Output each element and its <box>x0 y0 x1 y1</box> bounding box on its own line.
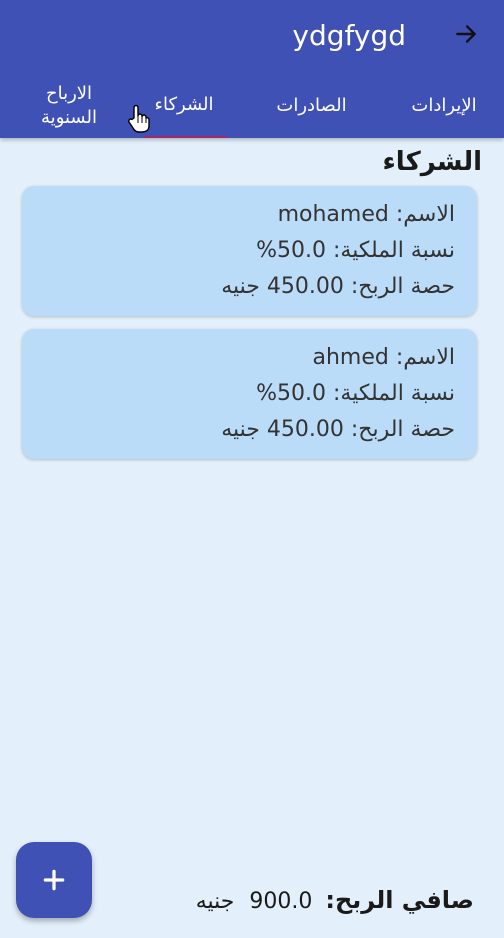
arrow-right-icon <box>456 25 476 43</box>
tab-label: الصادرات <box>276 95 347 116</box>
tab-revenues[interactable]: الإيرادات <box>384 74 504 138</box>
plus-icon <box>43 869 65 891</box>
partner-share-row: نسبة الملكية: 50.0% <box>256 236 455 266</box>
back-button[interactable] <box>448 16 484 52</box>
tab-bar: الإيرادات الصادرات الشركاء الارباح السنو… <box>0 74 504 138</box>
partner-name-row: الاسم: mohamed <box>278 200 455 230</box>
tab-label: الشركاء <box>154 94 214 115</box>
partner-share: 50.0% <box>256 381 326 406</box>
tab-label-line1: الارباح <box>45 83 93 104</box>
net-profit-label: صافي الربح: <box>325 886 474 914</box>
currency-label: جنيه <box>195 889 235 914</box>
partner-share-row: نسبة الملكية: 50.0% <box>256 379 455 409</box>
name-label: الاسم: <box>395 202 455 227</box>
partner-profit-row: حصة الربح: 450.00 جنيه <box>221 415 455 445</box>
add-partner-button[interactable] <box>16 842 92 918</box>
net-profit-value: 900.0 <box>249 889 313 914</box>
tab-exports[interactable]: الصادرات <box>239 74 384 138</box>
hand-cursor-icon <box>128 104 150 133</box>
partner-card[interactable]: الاسم: ahmed نسبة الملكية: 50.0% حصة الر… <box>22 329 477 459</box>
name-label: الاسم: <box>395 345 455 370</box>
partner-name-row: الاسم: ahmed <box>312 343 455 373</box>
tab-annual-profits[interactable]: الارباح السنوية <box>9 74 129 138</box>
partner-name: ahmed <box>312 345 389 370</box>
share-label: نسبة الملكية: <box>333 238 455 263</box>
app-title: ydgfygd <box>292 19 406 52</box>
tab-label-line2: السنوية <box>41 107 97 128</box>
tab-indicator <box>144 136 227 138</box>
partner-profit: 450.00 جنيه <box>221 274 344 299</box>
partner-profit-row: حصة الربح: 450.00 جنيه <box>221 272 455 302</box>
profit-label: حصة الربح: <box>350 417 455 442</box>
partner-profit: 450.00 جنيه <box>221 417 344 442</box>
profit-label: حصة الربح: <box>350 274 455 299</box>
partner-card[interactable]: الاسم: mohamed نسبة الملكية: 50.0% حصة ا… <box>22 186 477 316</box>
app-bar: ydgfygd الإيرادات الصادرات الشركاء الارب… <box>0 0 504 138</box>
share-label: نسبة الملكية: <box>333 381 455 406</box>
partner-name: mohamed <box>277 202 389 227</box>
net-profit-summary: صافي الربح: 900.0 جنيه <box>196 882 474 920</box>
tab-label: الإيرادات <box>411 95 477 116</box>
partner-share: 50.0% <box>256 238 326 263</box>
section-title: الشركاء <box>382 147 482 177</box>
